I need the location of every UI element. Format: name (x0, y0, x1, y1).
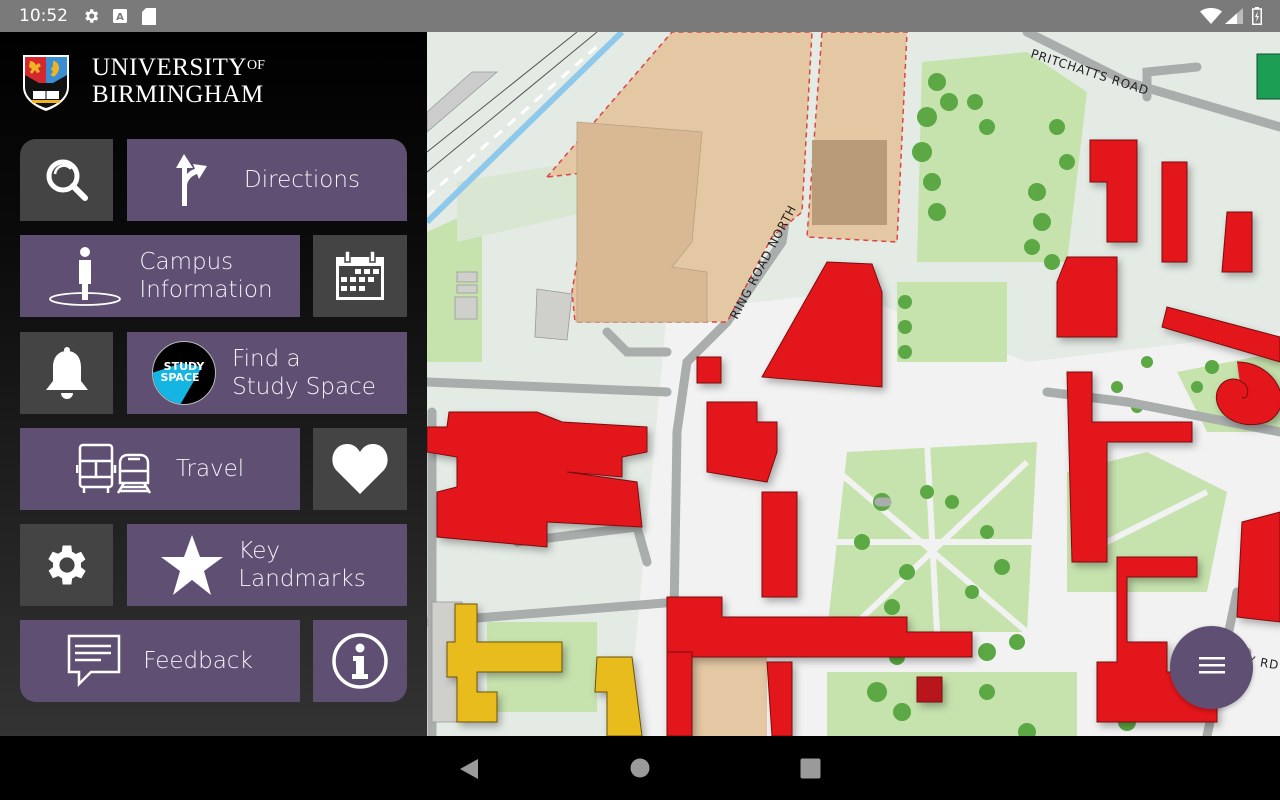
directions-fork-icon (174, 154, 218, 206)
label-line1: Find a (232, 346, 301, 372)
speech-bubble-icon (67, 634, 123, 688)
status-bar: 10:52 A (0, 0, 1280, 32)
brand-line1: UNIVERSITY (92, 54, 247, 81)
campus-information-label: Campus Information (139, 248, 272, 304)
bus-train-icon (75, 443, 156, 495)
label-line2: Landmarks (238, 566, 366, 592)
search-button[interactable] (20, 139, 113, 221)
gear-icon (41, 539, 93, 591)
green-building (1256, 53, 1280, 100)
label-line1: Key (238, 538, 281, 564)
calendar-icon (334, 251, 386, 301)
settings-icon (82, 7, 100, 30)
brand-of: OF (247, 58, 265, 73)
info-button[interactable] (313, 620, 407, 702)
svg-text:A: A (116, 12, 124, 23)
university-wordmark: UNIVERSITYOF BIRMINGHAM (92, 52, 265, 108)
sidebar-menu: UNIVERSITYOF BIRMINGHAM Directions Campu… (0, 32, 427, 736)
campus-map[interactable]: PRITCHATTS ROAD RING ROAD NORTH Y RD (427, 32, 1280, 736)
back-icon[interactable] (459, 758, 479, 785)
travel-button[interactable]: Travel (20, 428, 300, 510)
star-icon (160, 535, 224, 595)
sd-card-icon (142, 8, 156, 30)
favourites-button[interactable] (313, 428, 407, 510)
map-menu-button[interactable] (1170, 626, 1253, 709)
brand-line2: BIRMINGHAM (92, 81, 264, 108)
find-study-space-label: Find a Study Space (232, 345, 376, 401)
label-line1: Campus (139, 249, 234, 275)
key-landmarks-button[interactable]: Key Landmarks (127, 524, 407, 606)
notifications-button[interactable] (20, 332, 113, 414)
person-pin-icon (47, 246, 123, 306)
directions-label: Directions (244, 167, 360, 193)
info-icon (331, 632, 389, 690)
label-line2: Information (139, 277, 273, 303)
android-nav-bar (0, 736, 1280, 800)
calendar-button[interactable] (313, 235, 407, 317)
study-logo-text-2: SPACE (161, 371, 200, 384)
settings-button[interactable] (20, 524, 113, 606)
feedback-button[interactable]: Feedback (20, 620, 300, 702)
signal-icon (1225, 8, 1243, 29)
status-time: 10:52 (19, 6, 68, 26)
university-crest-icon (21, 53, 71, 118)
map-canvas[interactable]: PRITCHATTS ROAD RING ROAD NORTH Y RD (427, 32, 1280, 736)
directions-button[interactable]: Directions (127, 139, 407, 221)
search-icon (43, 156, 91, 204)
find-study-space-button[interactable]: STUDY SPACE Find a Study Space (127, 332, 407, 414)
accessibility-a-icon: A (112, 8, 128, 29)
bell-icon (44, 346, 90, 400)
key-landmarks-label: Key Landmarks (238, 537, 365, 593)
wifi-icon (1200, 8, 1222, 29)
campus-information-button[interactable]: Campus Information (20, 235, 300, 317)
battery-charging-icon (1252, 7, 1262, 30)
menu-hamburger-icon (1198, 655, 1225, 680)
travel-label: Travel (175, 456, 245, 482)
home-icon[interactable] (630, 758, 650, 783)
label-line2: Study Space (232, 374, 376, 400)
feedback-label: Feedback (143, 648, 253, 674)
study-space-logo-icon: STUDY SPACE (152, 341, 217, 405)
recents-icon[interactable] (800, 758, 821, 784)
heart-icon (332, 444, 388, 494)
